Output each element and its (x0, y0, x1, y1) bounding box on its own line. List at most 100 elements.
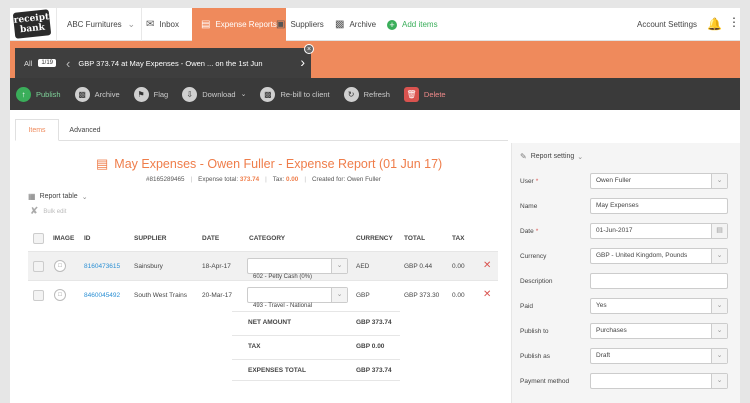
nav-archive-label: Archive (349, 20, 377, 29)
row-currency: GBP (356, 292, 370, 299)
report-carousel: All 1/19 ‹ GBP 373.74 at May Expenses - … (15, 44, 314, 78)
organization-selector[interactable]: ABC Furnitures ⌄ (56, 8, 142, 41)
table-row[interactable]: □ 8160473615 Sainsbury 18-Apr-17 602 - P… (28, 251, 498, 280)
row-id-link[interactable]: 8460045492 (84, 292, 120, 299)
chevron-left-icon[interactable]: ‹ (66, 56, 70, 71)
app-window: receipt bank ABC Furnitures ⌄ ✉ Inbox ▤ … (10, 8, 740, 403)
rebill-to-client-button[interactable]: ▩ Re-bill to client (260, 86, 330, 102)
archive-button[interactable]: ▩ Archive (74, 86, 120, 102)
totals-row-expenses-total: EXPENSES TOTAL GBP 373.74 (232, 359, 400, 381)
expense-total-value: 373.74 (239, 176, 260, 183)
trash-icon: 🗑 (403, 86, 419, 102)
calendar-icon[interactable]: ▤ (711, 224, 727, 238)
table-row[interactable]: □ 8460045492 South West Trains 20-Mar-17… (28, 280, 498, 309)
remove-row-icon[interactable]: ✕ (483, 289, 491, 300)
chevron-down-icon: ⌄ (331, 288, 347, 302)
chevron-down-icon: ⌄ (331, 259, 347, 273)
row-tax: 0.00 (452, 292, 465, 299)
paid-select[interactable]: Yes ⌄ (590, 298, 728, 314)
nav-inbox[interactable]: ✉ Inbox (146, 8, 179, 41)
report-settings-panel: ✎ Report setting ⌄ User * Owen Fuller ⌄ Na… (511, 143, 740, 403)
refresh-icon: ↻ (343, 86, 359, 102)
user-value: Owen Fuller (596, 177, 632, 184)
refresh-button-label: Refresh (363, 89, 390, 99)
description-input[interactable] (590, 273, 728, 289)
description-label: Description (520, 278, 553, 285)
row-category-select[interactable]: 493 - Travel - National ⌄ (247, 287, 348, 309)
chevron-down-icon: ⌄ (81, 193, 88, 201)
currency-value: GBP - United Kingdom, Pounds (596, 252, 688, 259)
report-setting-label: Report setting (530, 153, 575, 160)
nav-archive[interactable]: ▩ Archive (335, 8, 376, 41)
carousel-report-title: GBP 373.74 at May Expenses - Owen ... on… (78, 58, 263, 68)
row-date: 20-Mar-17 (202, 292, 232, 299)
publish-to-select[interactable]: Purchases ⌄ (590, 323, 728, 339)
select-all-checkbox[interactable] (33, 233, 44, 244)
table-icon: ▦ (28, 192, 36, 201)
carousel-all-label[interactable]: All (15, 59, 32, 68)
remove-row-icon[interactable]: ✕ (483, 260, 491, 271)
nav-inbox-label: Inbox (159, 20, 179, 29)
nav-expense-reports[interactable]: ▤ Expense Reports (192, 8, 286, 41)
tab-items[interactable]: Items (15, 119, 59, 141)
date-label: Date * (520, 228, 539, 235)
tab-advanced[interactable]: Advanced (59, 119, 111, 141)
currency-select[interactable]: GBP - United Kingdom, Pounds ⌄ (590, 248, 728, 264)
chevron-down-icon: ⌄ (240, 91, 247, 98)
archive-button-label: Archive (94, 89, 120, 99)
report-table-toggle[interactable]: ▦ Report table ⌄ (28, 192, 88, 201)
receipt-bank-logo[interactable]: receipt bank (12, 9, 52, 39)
net-amount-value: GBP 373.74 (356, 319, 392, 326)
chevron-down-icon: ⌄ (711, 374, 727, 388)
header-date: DATE (202, 235, 220, 242)
header-id: ID (84, 235, 91, 242)
row-date: 18-Apr-17 (202, 263, 231, 270)
receipt-image-icon[interactable]: □ (54, 260, 66, 272)
bell-icon[interactable]: 🔔 (707, 17, 722, 31)
publish-as-value: Draft (596, 352, 611, 359)
header-tax: TAX (452, 235, 465, 242)
row-checkbox[interactable] (33, 290, 44, 301)
close-icon[interactable]: × (304, 44, 314, 54)
publish-button[interactable]: ↑ Publish (16, 86, 61, 102)
chevron-down-icon: ⌄ (711, 299, 727, 313)
publish-to-label: Publish to (520, 328, 549, 335)
created-for: Created for: Owen Fuller (311, 176, 381, 183)
flag-button[interactable]: ⚑ Flag (133, 86, 168, 102)
row-id-link[interactable]: 8160473615 (84, 263, 120, 270)
table-header: IMAGE ID SUPPLIER DATE CATEGORY CURRENCY… (28, 228, 498, 250)
publish-as-select[interactable]: Draft ⌄ (590, 348, 728, 364)
row-supplier: South West Trains (134, 292, 187, 299)
chevron-down-icon: ⌄ (711, 249, 727, 263)
more-vertical-icon[interactable]: ⋮ (728, 16, 740, 28)
user-select[interactable]: Owen Fuller ⌄ (590, 173, 728, 189)
date-input[interactable]: 01-Jun-2017 ▤ (590, 223, 728, 239)
account-settings-link[interactable]: Account Settings (637, 8, 697, 41)
totals-row-net-amount: NET AMOUNT GBP 373.74 (232, 311, 400, 333)
nav-add-items[interactable]: + Add items (387, 8, 438, 41)
report-chart-icon: ▤ (96, 156, 109, 171)
row-category-select[interactable]: 602 - Petty Cash (0%) ⌄ (247, 258, 348, 280)
row-checkbox[interactable] (33, 261, 44, 272)
name-input[interactable]: May Expenses (590, 198, 728, 214)
header-total: TOTAL (404, 235, 426, 242)
chart-icon: ▤ (201, 19, 211, 30)
chevron-right-icon[interactable]: › (300, 54, 305, 70)
refresh-button[interactable]: ↻ Refresh (343, 86, 390, 102)
bulk-edit-button[interactable]: ✘ Bulk edit (30, 206, 66, 217)
download-button[interactable]: ⇩ Download ⌄ (182, 86, 247, 102)
header-supplier: SUPPLIER (134, 235, 167, 242)
receipt-image-icon[interactable]: □ (54, 289, 66, 301)
delete-button[interactable]: 🗑 Delete (403, 86, 446, 102)
currency-label: Currency (520, 253, 547, 260)
flag-icon: ⚑ (133, 86, 149, 102)
tools-icon: ✘ (30, 206, 39, 217)
name-value: May Expenses (596, 202, 639, 209)
payment-method-select[interactable]: ⌄ (590, 373, 728, 389)
chevron-down-icon: ⌄ (711, 349, 727, 363)
nav-suppliers[interactable]: ▣ Suppliers (276, 8, 324, 41)
archive-icon: ▩ (335, 19, 345, 30)
nav-expense-reports-label: Expense Reports (215, 20, 277, 29)
report-setting-toggle[interactable]: ✎ Report setting ⌄ (520, 152, 583, 161)
chevron-down-icon: ⌄ (711, 324, 727, 338)
